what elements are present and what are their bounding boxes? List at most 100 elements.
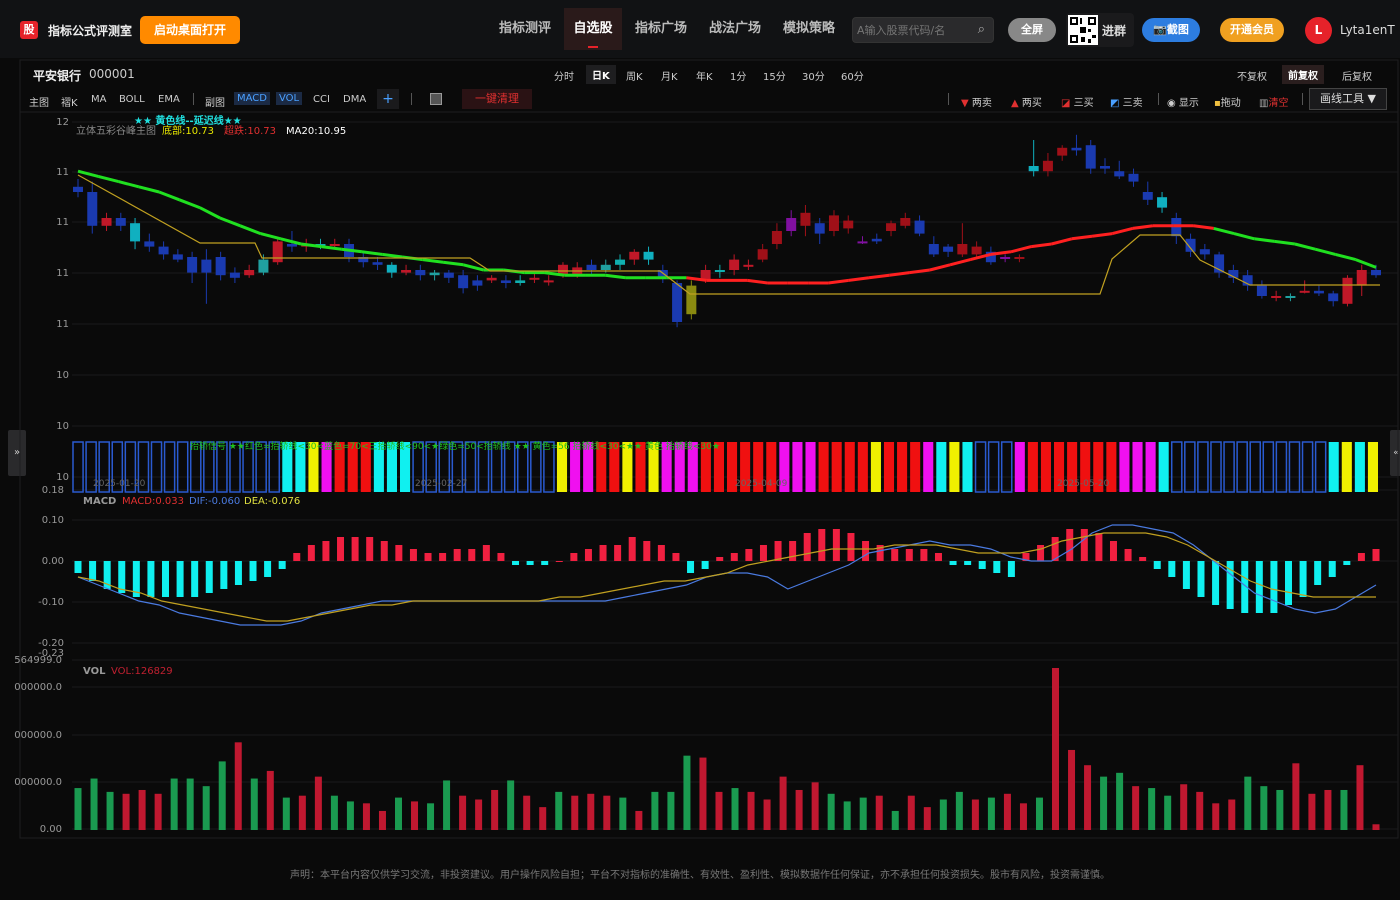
volume-bar [587, 793, 595, 830]
signal-cell [1145, 442, 1156, 492]
volume-bar [1035, 797, 1043, 830]
dif-value: DIF:-0.060 [189, 496, 240, 507]
signal-cell [1314, 441, 1327, 493]
candle-body [814, 223, 825, 234]
ma-line-segment [1051, 237, 1073, 246]
volume-bar [1052, 668, 1060, 830]
volume-bar [170, 778, 178, 830]
macd-axis-label: 0.18 [42, 485, 64, 496]
volume-bar [1068, 749, 1076, 830]
candle-body [1285, 296, 1296, 298]
volume-bar [667, 791, 675, 830]
signal-cell [1158, 442, 1169, 492]
ma-line-segment [828, 278, 849, 285]
signal-cell [792, 442, 803, 492]
price-axis-label: 10 [56, 370, 69, 381]
candle-body [115, 218, 126, 226]
ma-line-segment [1071, 234, 1093, 241]
macd-panel [74, 524, 1380, 626]
macd-bar [1212, 561, 1220, 605]
signal-cell [1197, 441, 1209, 493]
macd-bar [468, 549, 476, 561]
macd-bar [657, 545, 665, 561]
macd-bar [1357, 553, 1365, 561]
signal-cell [1027, 442, 1038, 492]
candle-body [615, 259, 626, 265]
signal-cell [1275, 441, 1288, 493]
ma-line-segment [1233, 232, 1255, 241]
signal-cell [1328, 442, 1339, 492]
legend-value: 超跌:10.73 [224, 124, 276, 137]
macd-bar [599, 545, 607, 561]
date-label: 2025-02-27 [415, 479, 467, 489]
ma-line-segment [868, 273, 890, 280]
volume-bar [779, 776, 787, 830]
signal-cell [974, 441, 987, 493]
signal-cell [1236, 441, 1248, 493]
candle-body [1328, 293, 1339, 302]
legend-value: MA20:10.95 [286, 126, 346, 137]
volume-bar [507, 780, 515, 830]
ma-line-segment [138, 185, 160, 194]
signal-cell [1000, 441, 1013, 493]
candle-body [1057, 147, 1068, 156]
stock-chart[interactable]: 1211111111101010★★ 黄色线--延迟线★★立体五彩谷峰主图 底部:… [0, 0, 1400, 860]
candle-body [686, 285, 697, 315]
macd-bar [1037, 545, 1045, 561]
macd-bar [512, 561, 520, 565]
macd-bar [949, 561, 957, 565]
ma-line-segment [1132, 224, 1154, 230]
disclaimer: 声明：本平台内容仅供学习交流，非投资建议。用户操作风险自担；平台不对指标的准确性… [290, 870, 1110, 881]
candle-body [258, 259, 269, 273]
signal-cell [923, 442, 934, 492]
macd-axis-label: 0.10 [42, 515, 64, 526]
volume-bar [314, 776, 322, 830]
signal-cell [805, 442, 816, 492]
candle-body [73, 186, 83, 192]
macd-bar [162, 561, 170, 597]
signal-cell [1170, 441, 1183, 493]
signal-cell [176, 441, 189, 493]
volume-bar [635, 810, 643, 830]
macd-bar [716, 557, 724, 561]
macd-bar [687, 561, 695, 573]
candle-body [1000, 257, 1011, 259]
macd-bar [818, 529, 826, 561]
candle-body [757, 249, 768, 260]
macd-bar [993, 561, 1001, 573]
macd-bar [74, 561, 82, 573]
ma-line-segment [1335, 252, 1357, 262]
candle-body [1299, 290, 1310, 293]
signal-cell [163, 441, 176, 493]
signal-cell [936, 442, 947, 492]
macd-value: MACD:0.033 [122, 496, 184, 507]
candle-body [130, 223, 141, 242]
macd-bar [482, 545, 490, 561]
ma-line-segment [605, 273, 626, 280]
macd-bar [1095, 533, 1103, 561]
signal-cell [844, 442, 855, 492]
signal-cell [1184, 441, 1196, 493]
volume-bar [250, 778, 258, 830]
signal-cell [1132, 442, 1143, 492]
ma-line-segment [361, 250, 383, 256]
macd-bar [220, 561, 228, 589]
candle-body [928, 244, 939, 255]
candle-body [486, 277, 497, 281]
candle-body [957, 244, 968, 255]
macd-bar [526, 561, 534, 565]
macd-bar [541, 561, 549, 565]
macd-bar [1168, 561, 1176, 577]
macd-bar [351, 537, 359, 561]
volume-bar [154, 793, 162, 830]
candle-body [729, 259, 740, 270]
macd-bar [759, 545, 767, 561]
signal-cell [987, 441, 1000, 493]
delay-line [77, 174, 1380, 295]
signal-cell [1262, 441, 1275, 493]
macd-bar [409, 549, 417, 561]
volume-bar [1308, 793, 1316, 830]
macd-bar [366, 537, 374, 561]
volume-bar [459, 795, 467, 830]
candle-body [401, 270, 412, 273]
